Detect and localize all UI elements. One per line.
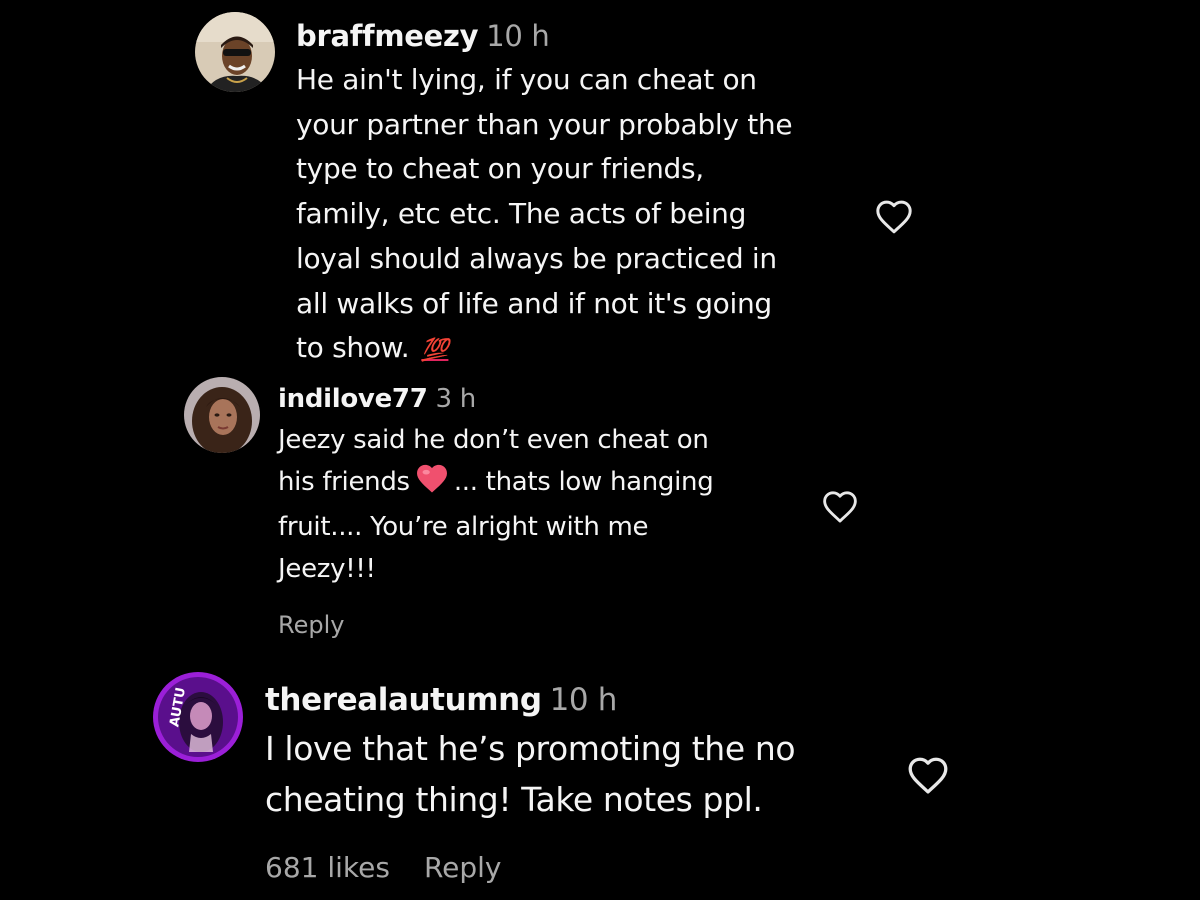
avatar[interactable] bbox=[195, 12, 275, 92]
timestamp: 3 h bbox=[435, 384, 476, 414]
like-button[interactable] bbox=[874, 197, 914, 235]
comment-text-line: cheating thing! Take notes ppl. bbox=[265, 780, 763, 819]
comment-actions: Reply bbox=[278, 611, 344, 639]
avatar[interactable]: AUTU bbox=[153, 672, 243, 762]
user-avatar-icon bbox=[184, 377, 260, 453]
comment-text-line: Jeezy!!! bbox=[278, 554, 376, 585]
comment-text-line: Jeezy said he don’t even cheat on bbox=[278, 425, 709, 455]
user-avatar-icon: AUTU bbox=[153, 672, 243, 762]
comment-text-line: type to cheat on your friends, bbox=[296, 152, 704, 186]
comment-header: braffmeezy 10 h bbox=[296, 14, 792, 58]
hundred-points-emoji-icon: 💯 bbox=[421, 338, 449, 364]
comment-text-line: loyal should always be practiced in bbox=[296, 241, 777, 275]
timestamp: 10 h bbox=[486, 19, 550, 53]
username[interactable]: indilove77 bbox=[278, 384, 428, 414]
comment-body: indilove77 3 h Jeezy said he don’t even c… bbox=[278, 378, 714, 591]
comment-text: to show. bbox=[296, 331, 410, 365]
likes-count[interactable]: 681 likes bbox=[265, 851, 390, 884]
comment-text-line: fruit.... You’re alright with me bbox=[278, 512, 649, 543]
comment-header: indilove77 3 h bbox=[278, 378, 713, 420]
comment-text-line: his friends ... thats low hanging bbox=[278, 462, 714, 508]
comment-body: therealautumng 10 h I love that he’s prom… bbox=[265, 677, 796, 825]
heart-outline-icon bbox=[823, 491, 857, 523]
comment-text-line: I love that he’s promoting the no bbox=[265, 729, 796, 768]
like-button[interactable] bbox=[821, 488, 859, 524]
username[interactable]: therealautumng bbox=[265, 682, 542, 718]
heart-outline-icon bbox=[908, 757, 948, 794]
comment-body: braffmeezy 10 h He ain't lying, if you ca… bbox=[296, 14, 793, 374]
like-button[interactable] bbox=[906, 754, 950, 795]
username[interactable]: braffmeezy bbox=[296, 19, 479, 53]
comment-text-line: family, etc etc. The acts of being bbox=[296, 197, 747, 231]
comment-text-line: He ain't lying, if you can cheat on bbox=[296, 63, 757, 96]
comment-text: his friends bbox=[278, 466, 410, 497]
user-avatar-icon bbox=[195, 12, 275, 92]
heart-outline-icon bbox=[876, 200, 912, 234]
comment-header: therealautumng 10 h bbox=[265, 677, 795, 723]
red-heart-emoji-icon bbox=[414, 462, 450, 508]
reply-button[interactable]: Reply bbox=[278, 611, 344, 639]
reply-button[interactable]: Reply bbox=[424, 851, 502, 884]
comment-text: ... thats low hanging bbox=[453, 466, 714, 497]
avatar[interactable] bbox=[184, 377, 260, 453]
comment-text-line-last: to show. 💯 bbox=[296, 326, 792, 374]
timestamp: 10 h bbox=[549, 682, 618, 718]
comment-actions: 681 likes Reply bbox=[265, 851, 501, 884]
comment-text-line: your partner than your probably the bbox=[296, 107, 793, 141]
comment-text-line: all walks of life and if not it's going bbox=[296, 286, 772, 320]
